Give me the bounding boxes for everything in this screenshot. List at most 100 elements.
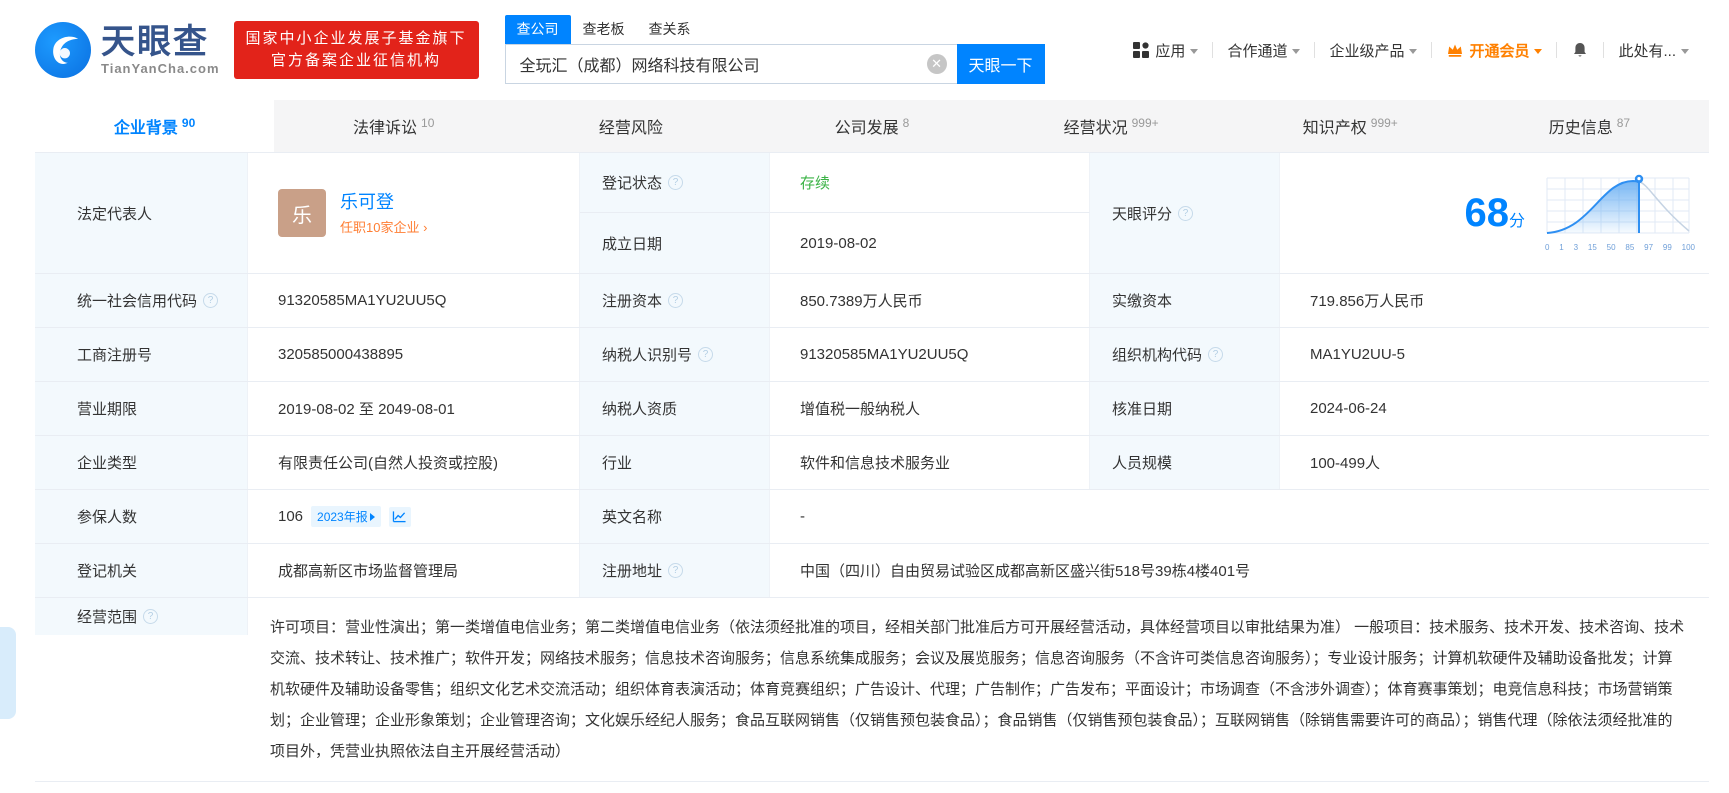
search-tab-relation[interactable]: 查关系 bbox=[637, 15, 703, 44]
menu-apps[interactable]: 应用 bbox=[1132, 40, 1199, 61]
tianyancha-logo-icon bbox=[35, 22, 91, 78]
field-label-reg-address: 注册地址? bbox=[580, 544, 770, 597]
menu-vip-upgrade[interactable]: 开通会员 bbox=[1446, 40, 1543, 61]
search-button[interactable]: 天眼一下 bbox=[956, 44, 1045, 84]
page-header: 天眼查 TianYanCha.com 国家中小企业发展子基金旗下 官方备案企业征… bbox=[0, 0, 1729, 100]
legal-rep-cell: 乐 乐可登 任职10家企业 › bbox=[248, 153, 580, 273]
english-name-value: - bbox=[800, 508, 805, 525]
insured-count-cell: 106 2023年报 bbox=[248, 490, 580, 543]
brand-domain: TianYanCha.com bbox=[101, 60, 220, 76]
search-input[interactable] bbox=[504, 44, 957, 84]
help-icon[interactable]: ? bbox=[143, 609, 159, 624]
help-icon[interactable]: ? bbox=[668, 563, 684, 578]
menu-enterprise-products[interactable]: 企业级产品 bbox=[1329, 40, 1418, 61]
reg-status-value: 存续 bbox=[770, 153, 1090, 213]
help-icon[interactable]: ? bbox=[203, 293, 219, 308]
chevron-down-icon bbox=[1190, 48, 1199, 54]
industry-value: 软件和信息技术服务业 bbox=[770, 436, 1090, 489]
field-label-company-type: 企业类型 bbox=[35, 436, 248, 489]
field-label-staff-size: 人员规模 bbox=[1090, 436, 1280, 489]
arrow-right-icon bbox=[369, 512, 375, 521]
tab-intellectual-property[interactable]: 知识产权 999+ bbox=[1231, 100, 1470, 152]
help-icon[interactable]: ? bbox=[698, 347, 714, 362]
badge-line1: 国家中小企业发展子基金旗下 bbox=[245, 30, 467, 47]
avatar[interactable]: 乐 bbox=[278, 189, 326, 237]
field-label-business-scope: 经营范围? bbox=[35, 598, 248, 635]
reg-authority-value: 成都高新区市场监督管理局 bbox=[248, 544, 580, 597]
apps-grid-icon bbox=[1132, 41, 1150, 59]
gov-certification-badge: 国家中小企业发展子基金旗下 官方备案企业征信机构 bbox=[233, 21, 479, 79]
tab-history-info[interactable]: 历史信息 87 bbox=[1470, 100, 1709, 152]
reg-capital-value: 850.7389万人民币 bbox=[770, 274, 1090, 327]
tab-company-development[interactable]: 公司发展 8 bbox=[752, 100, 991, 152]
tab-legal-proceedings[interactable]: 法律诉讼 10 bbox=[274, 100, 513, 152]
brand-name: 天眼查 bbox=[101, 22, 209, 61]
tianyancha-logo[interactable]: 天眼查 TianYanCha.com bbox=[35, 22, 220, 78]
bell-icon bbox=[1571, 41, 1589, 59]
menu-more[interactable]: 此处有... bbox=[1618, 40, 1689, 61]
field-label-insured-count: 参保人数 bbox=[35, 490, 248, 543]
score-cell: 68分 0 1 3 15 50 85 97 99 100 bbox=[1280, 153, 1709, 273]
insured-count-value: 106 bbox=[278, 508, 304, 525]
score-chart-ticks: 0 1 3 15 50 85 97 99 100 bbox=[1545, 243, 1695, 252]
divider bbox=[1603, 42, 1605, 58]
tab-operating-status[interactable]: 经营状况 999+ bbox=[992, 100, 1231, 152]
credit-code-value: 91320585MA1YU2UU5Q bbox=[248, 274, 580, 327]
help-icon[interactable]: ? bbox=[668, 293, 684, 308]
chevron-down-icon bbox=[1409, 48, 1418, 54]
field-label-industry: 行业 bbox=[580, 436, 770, 489]
field-label-reg-status: 登记状态? bbox=[580, 153, 770, 213]
badge-line2: 官方备案企业征信机构 bbox=[271, 52, 442, 69]
business-scope-value: 许可项目：营业性演出；第一类增值电信业务；第二类增值电信业务（依法须经批准的项目… bbox=[270, 619, 1685, 760]
help-icon[interactable]: ? bbox=[1178, 205, 1194, 221]
legal-rep-positions-link[interactable]: 任职10家企业 › bbox=[340, 217, 427, 236]
establish-date-value: 2019-08-02 bbox=[770, 213, 1090, 273]
table-row: 工商注册号 320585000438895 纳税人识别号? 91320585MA… bbox=[35, 328, 1709, 382]
table-row: 营业期限 2019-08-02 至 2049-08-01 纳税人资质 增值税一般… bbox=[35, 382, 1709, 436]
taxpayer-quality-value: 增值税一般纳税人 bbox=[770, 382, 1090, 435]
paid-capital-value: 719.856万人民币 bbox=[1310, 293, 1425, 310]
table-row: 企业类型 有限责任公司(自然人投资或控股) 行业 软件和信息技术服务业 人员规模… bbox=[35, 436, 1709, 490]
tab-company-background[interactable]: 企业背景 90 bbox=[35, 100, 275, 152]
score-value[interactable]: 68分 bbox=[1464, 191, 1525, 236]
divider bbox=[1212, 42, 1214, 58]
company-info-table: 法定代表人 乐 乐可登 任职10家企业 › 登记状态? 存续 成立日期 2019… bbox=[35, 152, 1709, 782]
field-label-legal-rep: 法定代表人 bbox=[35, 153, 248, 273]
field-label-taxpayer-id: 纳税人识别号? bbox=[580, 328, 770, 381]
field-label-approval-date: 核准日期 bbox=[1090, 382, 1280, 435]
notifications-button[interactable] bbox=[1571, 41, 1589, 59]
field-label-english-name: 英文名称 bbox=[580, 490, 770, 543]
help-icon[interactable]: ? bbox=[1208, 347, 1224, 362]
field-label-business-term: 营业期限 bbox=[35, 382, 248, 435]
field-label-reg-number: 工商注册号 bbox=[35, 328, 248, 381]
company-type-value: 有限责任公司(自然人投资或控股) bbox=[248, 436, 580, 489]
crown-icon bbox=[1446, 41, 1464, 59]
divider bbox=[1314, 42, 1316, 58]
legal-rep-name-link[interactable]: 乐可登 bbox=[340, 190, 427, 214]
field-label-reg-capital: 注册资本? bbox=[580, 274, 770, 327]
company-section-tabs: 企业背景 90 法律诉讼 10 经营风险 公司发展 8 经营状况 999+ 知识产权 99… bbox=[35, 100, 1709, 152]
divider bbox=[1431, 42, 1433, 58]
floating-side-widget[interactable] bbox=[0, 627, 16, 719]
taxpayer-id-value: 91320585MA1YU2UU5Q bbox=[770, 328, 1090, 381]
help-icon[interactable]: ? bbox=[668, 175, 684, 190]
search-tab-company[interactable]: 查公司 bbox=[504, 15, 571, 44]
approval-date-value: 2024-06-24 bbox=[1310, 400, 1387, 417]
menu-partner-channel[interactable]: 合作通道 bbox=[1227, 40, 1301, 61]
field-label-establish-date: 成立日期 bbox=[580, 213, 770, 273]
top-menu: 应用 合作通道 企业级产品 开通会员 此处有... bbox=[1132, 40, 1689, 61]
reg-address-value: 中国（四川）自由贸易试验区成都高新区盛兴街518号39栋4楼401号 bbox=[800, 563, 1251, 580]
business-term-value: 2019-08-02 至 2049-08-01 bbox=[248, 382, 580, 435]
tab-operational-risk[interactable]: 经营风险 bbox=[513, 100, 752, 152]
field-label-reg-authority: 登记机关 bbox=[35, 544, 248, 597]
clear-search-icon[interactable]: ✕ bbox=[926, 54, 947, 74]
search-tab-boss[interactable]: 查老板 bbox=[571, 15, 637, 44]
table-row: 参保人数 106 2023年报 英文名称 - bbox=[35, 490, 1709, 544]
score-distribution-chart[interactable]: 0 1 3 15 50 85 97 99 100 bbox=[1543, 174, 1695, 252]
field-label-credit-code: 统一社会信用代码? bbox=[35, 274, 248, 327]
trend-chart-icon[interactable] bbox=[388, 506, 411, 527]
annual-report-chip[interactable]: 2023年报 bbox=[311, 506, 381, 527]
table-row: 登记机关 成都高新区市场监督管理局 注册地址? 中国（四川）自由贸易试验区成都高… bbox=[35, 544, 1709, 598]
reg-number-value: 320585000438895 bbox=[248, 328, 580, 381]
chevron-down-icon bbox=[1292, 48, 1301, 54]
